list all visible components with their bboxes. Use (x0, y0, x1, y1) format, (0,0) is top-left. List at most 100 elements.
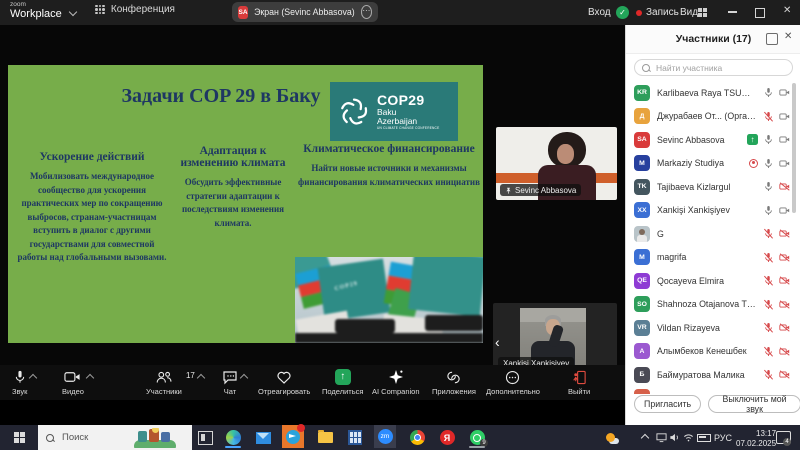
tab-screen-share[interactable]: SA Экран (Sevinc Abbasova) ⋯ (232, 2, 378, 22)
participant-status-icons (763, 322, 790, 333)
security-shield-icon[interactable]: ✓ (616, 6, 629, 19)
chat-icon (222, 369, 238, 385)
column-heading: Ускорение действий (16, 151, 168, 163)
taskbar-clock[interactable]: 13:17 07.02.2025 (736, 429, 776, 450)
participant-avatar: VR (634, 320, 650, 336)
chat-button[interactable]: Чат (222, 369, 238, 396)
calculator-icon[interactable] (344, 427, 366, 448)
participants-button[interactable]: Участники 17 (146, 369, 182, 396)
video-thumbnail-sevinc[interactable]: Sevinc Abbasova (496, 127, 617, 200)
mic-muted-icon (763, 111, 774, 122)
ai-companion-button[interactable]: AI Companion (372, 369, 420, 396)
audio-options-chevron[interactable] (29, 374, 37, 382)
taskbar-search[interactable] (38, 425, 192, 450)
participant-search[interactable] (634, 59, 793, 76)
participant-row[interactable]: Mmagrifa (626, 246, 796, 270)
minimize-button[interactable] (728, 11, 737, 13)
windows-taskbar: zm Я 9 РУС 13:17 07.02.2025 (0, 425, 800, 450)
notification-center-icon[interactable]: 4 (776, 425, 791, 450)
apps-button[interactable]: Приложения (432, 369, 476, 396)
taskbar-date: 07.02.2025 (736, 439, 776, 449)
yandex-icon[interactable]: Я (436, 427, 458, 448)
tab-options-icon[interactable]: ⋯ (361, 5, 372, 19)
participant-name: Баймуратова Малика (657, 370, 756, 380)
camera-on-icon (779, 205, 790, 216)
volume-tray-icon[interactable] (669, 425, 680, 450)
recording-dot-icon (636, 10, 642, 16)
participant-row[interactable]: VR Vildan Rizayeva (626, 316, 796, 340)
participant-row[interactable]: SASevinc Abbasova↑ (626, 128, 796, 152)
mic-on-icon (763, 181, 774, 192)
participant-row[interactable]: QEQocayeva Elmira (626, 269, 796, 293)
weather-icon[interactable] (606, 425, 619, 450)
column-heading: Климатическое финансирование (298, 143, 480, 155)
taskbar-search-input[interactable] (60, 431, 126, 444)
file-explorer-icon[interactable] (314, 427, 336, 448)
chrome-icon[interactable] (406, 427, 428, 448)
tab-conference[interactable]: Конференция (95, 4, 175, 15)
participant-avatar: M (634, 155, 650, 171)
camera-on-icon (779, 111, 790, 122)
camera-muted-icon (779, 181, 790, 192)
chevron-down-icon[interactable] (69, 8, 77, 16)
task-view-icon[interactable] (198, 431, 213, 445)
invite-button[interactable]: Пригласить (634, 395, 701, 413)
sign-in-button[interactable]: Вход (588, 7, 611, 18)
carousel-prev-icon[interactable]: ‹ (495, 335, 500, 349)
teal-flag (408, 257, 483, 317)
audio-button[interactable]: Звук (12, 369, 27, 396)
more-button[interactable]: Дополнительно (486, 369, 540, 396)
battery-tray-icon[interactable] (697, 425, 711, 450)
participant-name: Xankişi Xankişiyev (657, 205, 756, 215)
participant-row[interactable]: AАлымбеков Кенешбек (626, 340, 796, 364)
presentation-slide: Задачи COP 29 в Баку COP29 Baku Azerbaij… (8, 65, 483, 343)
view-grid-icon[interactable] (698, 8, 707, 17)
participant-row[interactable]: XXXankişi Xankişiyev (626, 199, 796, 223)
language-indicator[interactable]: РУС (714, 425, 732, 450)
network-tray-icon[interactable] (683, 425, 694, 450)
leave-button[interactable]: Выйти (568, 369, 590, 396)
column-heading: Адаптация к изменению климата (174, 145, 292, 169)
panel-close-icon[interactable]: ✕ (784, 31, 792, 42)
participant-row[interactable]: ББаймуратова Малика (626, 363, 796, 387)
participant-row[interactable]: M Markaziy Studiya (626, 152, 796, 176)
cop29-logo-name: COP29 (377, 93, 439, 108)
popout-icon[interactable] (766, 33, 778, 45)
telegram-icon[interactable] (282, 426, 304, 447)
participant-search-input[interactable] (654, 62, 785, 74)
participant-row[interactable]: G (626, 222, 796, 246)
participant-name: Markaziy Studiya (657, 158, 742, 168)
mute-my-audio-button[interactable]: Выключить мой звук (708, 395, 800, 413)
participant-row[interactable]: SOShahnoza Otajanova TSUE (626, 293, 796, 317)
participant-avatar: TK (634, 179, 650, 195)
participant-row[interactable]: KRKarlibaeva Raya TSUE (Я) (626, 81, 796, 105)
tray-expand-chevron[interactable] (642, 425, 648, 450)
mail-icon[interactable] (252, 427, 274, 448)
table-shadow (335, 319, 395, 333)
logo-workplace-text: Workplace (10, 9, 62, 20)
column-body: Найти новые источники и механизмы финанс… (298, 162, 480, 189)
share-screen-button[interactable]: ↑ Поделиться (322, 369, 363, 396)
zoom-taskbar-icon[interactable]: zm (374, 426, 396, 447)
edge-icon[interactable] (222, 427, 244, 448)
shared-screen-area: Задачи COP 29 в Баку COP29 Baku Azerbaij… (0, 25, 625, 390)
start-button[interactable] (0, 425, 38, 450)
participant-face (557, 144, 574, 164)
panel-scrollbar[interactable] (792, 83, 796, 213)
participant-status-icons: ↑ (747, 134, 790, 145)
close-button[interactable]: ✕ (783, 5, 791, 16)
participant-name: Vildan Rizayeva (657, 323, 756, 333)
maximize-button[interactable] (755, 8, 765, 18)
video-button[interactable]: Видео (62, 369, 84, 396)
whatsapp-icon[interactable]: 9 (466, 427, 488, 448)
participant-row[interactable]: ДДжурабаев От... (Организатор) (626, 105, 796, 129)
video-options-chevron[interactable] (86, 374, 94, 382)
reactions-button[interactable]: Отреагировать (258, 369, 310, 396)
display-tray-icon[interactable] (656, 425, 667, 450)
participants-options-chevron[interactable] (197, 374, 205, 382)
participant-status-icons (763, 111, 790, 122)
participant-avatar: A (634, 343, 650, 359)
chat-options-chevron[interactable] (240, 374, 248, 382)
view-button[interactable]: Вид (680, 7, 698, 18)
participant-row[interactable]: TKTajibaeva Kizlargul (626, 175, 796, 199)
